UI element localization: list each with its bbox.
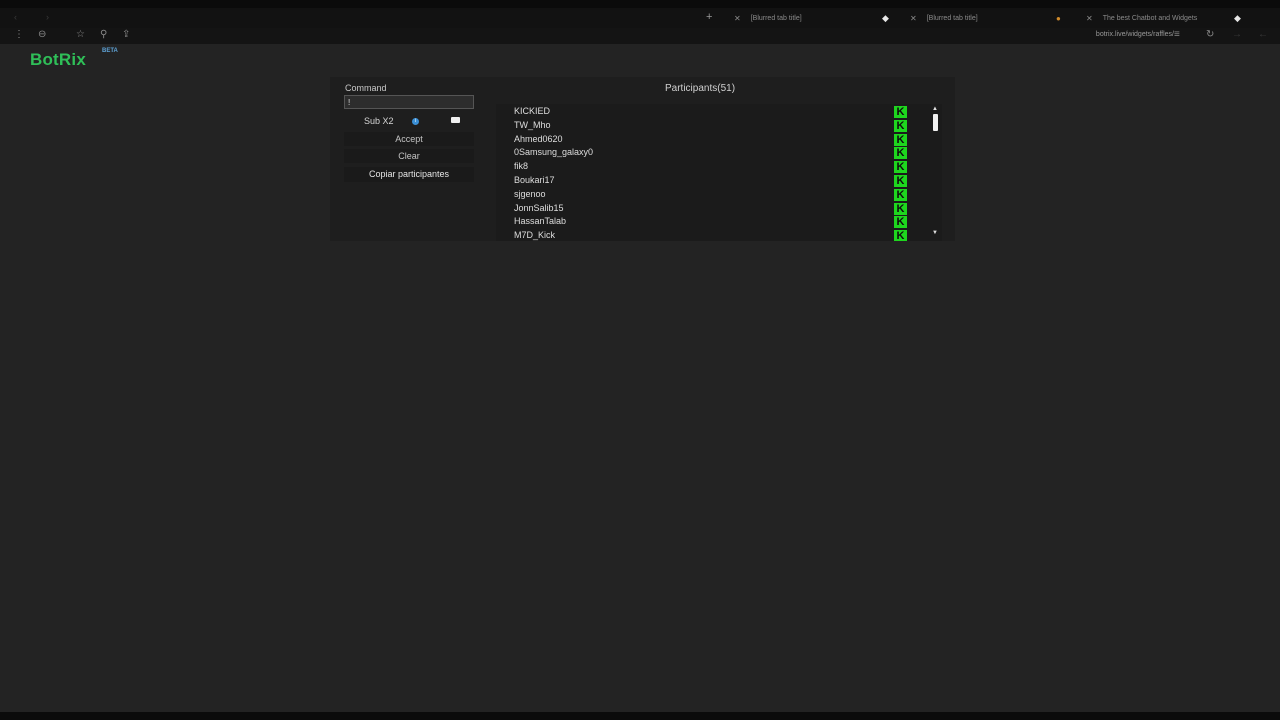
scroll-up-icon[interactable]: ▲ (932, 106, 938, 112)
list-item: Ahmed0620 K (514, 134, 914, 147)
tab-favicon-icon: ◆ (1234, 12, 1241, 23)
list-item: HassanTalab K (514, 216, 914, 229)
tune-icon[interactable]: ≡ (1174, 29, 1180, 40)
reload-icon[interactable]: ↻ (1206, 29, 1214, 40)
participants-title: Participants(51) (665, 83, 736, 94)
list-item: KICKIED K (514, 106, 914, 119)
share-icon[interactable]: ⇪ (122, 29, 130, 40)
participant-name: 0Samsung_galaxy0 (514, 147, 594, 157)
kick-icon: K (894, 134, 907, 146)
participant-name: Boukari17 (514, 175, 555, 185)
close-tab-icon[interactable]: ✕ (734, 14, 741, 23)
tab-favicon-icon: ● (1056, 13, 1061, 23)
kick-icon: K (894, 120, 907, 132)
participant-name: KICKIED (514, 106, 551, 116)
botrix-logo[interactable]: BotRix (30, 50, 86, 70)
kick-icon: K (894, 161, 907, 173)
kick-icon: K (894, 189, 907, 201)
close-tab-icon[interactable]: ✕ (910, 14, 917, 23)
nav-back-icon[interactable]: ← (1258, 29, 1268, 40)
bottom-strip (0, 712, 1280, 720)
kick-icon: K (894, 230, 907, 241)
close-tab-icon[interactable]: ✕ (1086, 14, 1093, 23)
command-label: Command (345, 83, 387, 93)
browser-toolbar: ⋮ ⊖ ☆ ⚲ ⇪ botrix.live/widgets/raffles/ ≡… (0, 28, 1280, 44)
tab-title: [Blurred tab title] (750, 14, 802, 22)
kick-icon: K (894, 106, 907, 118)
scrollbar-thumb[interactable] (933, 114, 938, 131)
info-icon[interactable]: i (412, 118, 419, 125)
browser-tab-3[interactable]: ✕ The best Chatbot and Widgets ◆ (1086, 11, 1246, 25)
list-item: M7D_Kick K (514, 230, 914, 241)
list-item: sjgenoo K (514, 189, 914, 202)
kick-icon: K (894, 203, 907, 215)
forward-icon[interactable]: › (46, 12, 49, 22)
tab-title: [Blurred tab title] (926, 14, 978, 22)
key-icon[interactable]: ⚲ (100, 29, 107, 40)
scrollbar[interactable]: ▲ ▼ (932, 106, 939, 236)
address-bar[interactable]: botrix.live/widgets/raffles/ (1096, 31, 1174, 38)
extensions-icon[interactable]: ⊖ (38, 29, 46, 40)
sub-x2-row: Sub X2 i (344, 115, 474, 129)
command-input[interactable] (344, 95, 474, 109)
participant-name: M7D_Kick (514, 230, 556, 240)
participant-name: TW_Mho (514, 120, 551, 130)
raffle-panel: Command Sub X2 i Accept Clear Copiar par… (330, 77, 955, 241)
list-item: Boukari17 K (514, 175, 914, 188)
clear-button[interactable]: Clear (344, 149, 474, 163)
browser-tab-1[interactable]: ✕ [Blurred tab title] ◆ (734, 11, 894, 25)
new-tab-icon[interactable]: + (706, 11, 712, 23)
back-icon[interactable]: ‹ (14, 12, 17, 22)
kick-icon: K (894, 175, 907, 187)
list-item: fik8 K (514, 161, 914, 174)
kick-icon: K (894, 216, 907, 228)
participant-name: sjgenoo (514, 189, 546, 199)
participants-list[interactable]: KICKIED K TW_Mho K Ahmed0620 K 0Samsung_… (496, 104, 942, 241)
list-item: 0Samsung_galaxy0 K (514, 147, 914, 160)
list-item: TW_Mho K (514, 120, 914, 133)
nav-forward-icon[interactable]: → (1232, 29, 1242, 40)
tab-favicon-icon: ◆ (882, 12, 889, 23)
tab-title: The best Chatbot and Widgets (1102, 14, 1198, 22)
browser-tab-strip: ‹ › + ✕ [Blurred tab title] ◆ ✕ [Blurred… (0, 8, 1280, 28)
browser-tab-2[interactable]: ✕ [Blurred tab title] ● (910, 11, 1070, 25)
participant-name: JonnSalib15 (514, 203, 564, 213)
participant-name: Ahmed0620 (514, 134, 563, 144)
scroll-down-icon[interactable]: ▼ (932, 230, 938, 236)
sub-x2-label: Sub X2 (364, 116, 394, 126)
copy-participants-button[interactable]: Copiar participantes (344, 167, 474, 182)
menu-dots-icon[interactable]: ⋮ (14, 29, 24, 40)
participant-name: fik8 (514, 161, 529, 171)
participant-name: HassanTalab (514, 216, 567, 226)
bookmark-star-icon[interactable]: ☆ (76, 29, 85, 40)
beta-badge: BETA (102, 48, 118, 54)
sub-x2-toggle[interactable] (451, 117, 460, 123)
accept-button[interactable]: Accept (344, 132, 474, 146)
kick-icon: K (894, 147, 907, 159)
page: BotRix BETA Command Sub X2 i Accept Clea… (0, 44, 1280, 712)
list-item: JonnSalib15 K (514, 203, 914, 216)
